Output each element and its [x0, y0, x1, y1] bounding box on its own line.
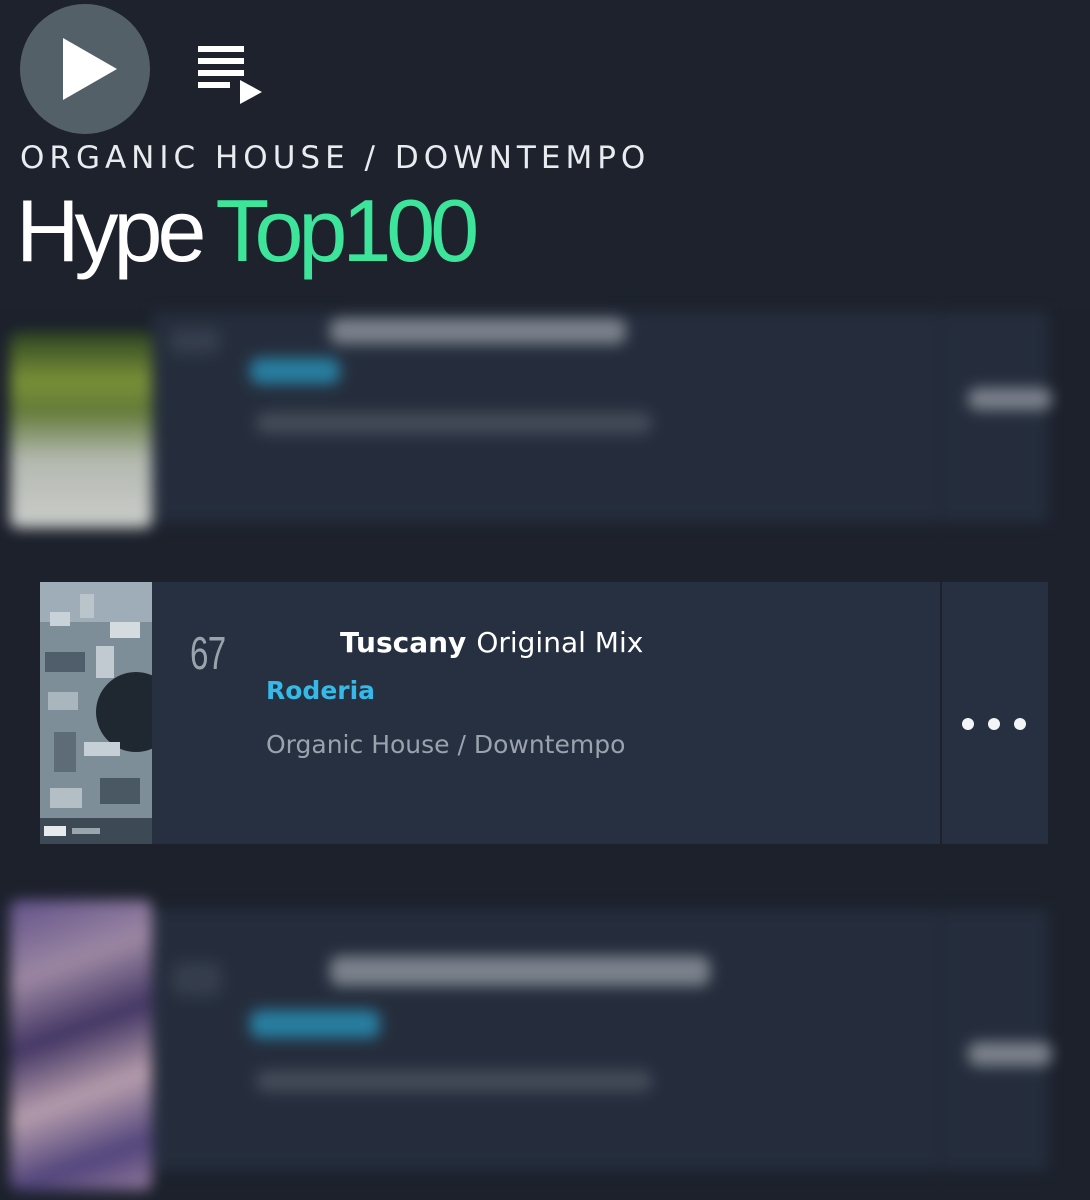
album-art-previous: [10, 332, 152, 528]
track-row[interactable]: 67 Tuscany Original Mix Roderia Organic H…: [0, 582, 1090, 844]
more-dots-previous: [968, 388, 1052, 410]
album-art[interactable]: [40, 582, 154, 844]
add-to-queue-button[interactable]: [196, 44, 266, 108]
chart-title-top100: Top100: [215, 181, 479, 280]
more-options-icon: [962, 718, 1026, 730]
album-art-next: [10, 900, 152, 1190]
title-next: [330, 956, 710, 986]
track-genre-link[interactable]: Organic House / Downtempo: [266, 730, 625, 759]
artist-next: [250, 1010, 380, 1038]
track-row-blurred-previous[interactable]: [0, 312, 1090, 532]
more-options-button[interactable]: [942, 582, 1048, 844]
title-previous: [330, 318, 626, 344]
chart-header: ORGANIC HOUSE / DOWNTEMPO Hype Top100: [0, 0, 1090, 310]
more-button-previous[interactable]: [942, 312, 1048, 522]
rank-previous: [170, 328, 220, 354]
chart-title-hype: Hype: [16, 181, 206, 280]
more-dots-next: [968, 1042, 1052, 1066]
track-rank: 67: [190, 627, 226, 679]
track-artist-link[interactable]: Roderia: [266, 676, 375, 705]
genre-previous: [256, 412, 652, 434]
album-art-image: [40, 582, 154, 844]
play-all-button[interactable]: [20, 4, 150, 134]
rank-next: [172, 962, 222, 996]
hype-top100-page: ORGANIC HOUSE / DOWNTEMPO Hype Top100 67…: [0, 0, 1090, 1200]
genre-next: [256, 1070, 652, 1092]
track-card-next: [152, 910, 940, 1170]
track-name: Tuscany: [340, 626, 467, 659]
genre-label: ORGANIC HOUSE / DOWNTEMPO: [20, 140, 651, 176]
add-to-queue-icon: [198, 46, 262, 104]
more-button-next[interactable]: [942, 910, 1048, 1170]
track-card[interactable]: [152, 582, 940, 844]
track-title[interactable]: Tuscany Original Mix: [340, 626, 643, 659]
play-icon: [63, 38, 117, 100]
track-mix: Original Mix: [476, 626, 644, 659]
artist-previous: [250, 358, 340, 384]
chart-title: Hype Top100: [16, 181, 479, 280]
track-row-blurred-next[interactable]: [0, 900, 1090, 1190]
